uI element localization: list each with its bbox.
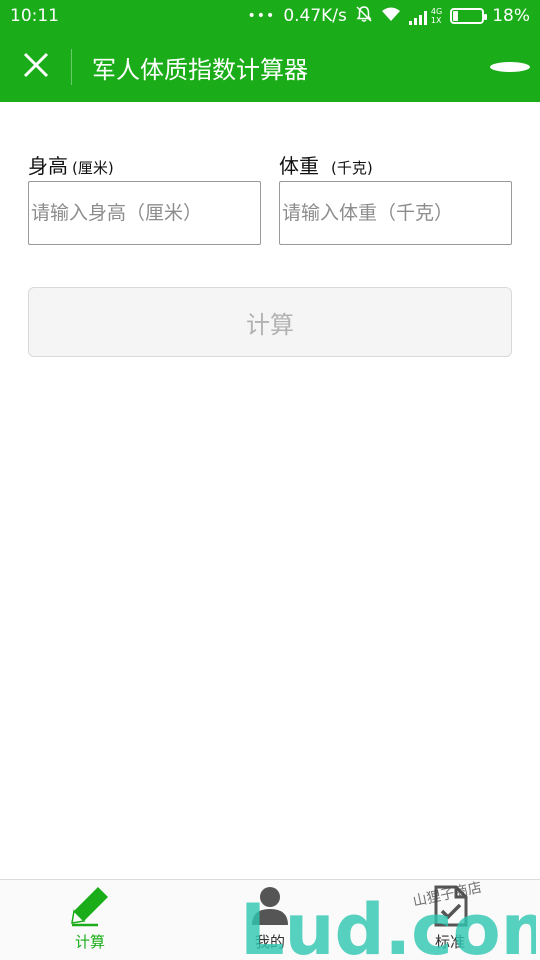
more-button[interactable] bbox=[480, 32, 540, 102]
height-input[interactable] bbox=[28, 181, 261, 245]
tab-mine-label: 我的 bbox=[254, 933, 285, 951]
height-field: 身高 (厘米) bbox=[28, 150, 261, 245]
wifi-icon bbox=[381, 6, 401, 27]
tab-standard[interactable]: 标准 bbox=[360, 880, 540, 960]
status-right: ••• 0.47K/s 4G 1X 18% bbox=[248, 5, 530, 28]
tab-calculate[interactable]: 计算 bbox=[0, 880, 180, 960]
more-icon bbox=[490, 62, 530, 72]
nav-bar: 军人体质指数计算器 bbox=[0, 32, 540, 102]
tab-mine[interactable]: 我的 bbox=[180, 880, 360, 960]
network-type-top: 4G bbox=[430, 7, 443, 16]
tab-standard-label: 标准 bbox=[434, 933, 465, 951]
weight-label-text: 体重 bbox=[279, 154, 319, 178]
tab-bar: 计算 我的 标准 bbox=[0, 879, 540, 960]
height-unit: (厘米) bbox=[72, 159, 114, 177]
weight-input[interactable] bbox=[279, 181, 512, 245]
weight-label: 体重 (千克) bbox=[279, 150, 512, 180]
weight-unit: (千克) bbox=[331, 159, 373, 177]
network-speed: 0.47K/s bbox=[283, 6, 347, 26]
battery-icon bbox=[450, 8, 488, 24]
signal-icon: 4G 1X bbox=[408, 7, 443, 25]
weight-field: 体重 (千克) bbox=[279, 150, 512, 245]
user-icon bbox=[246, 881, 294, 929]
status-bar: 10:11 ••• 0.47K/s 4G 1X 18% bbox=[0, 0, 540, 32]
close-button[interactable] bbox=[0, 49, 72, 85]
document-check-icon bbox=[426, 881, 474, 929]
network-type-bottom: 1X bbox=[430, 16, 442, 25]
notification-dots: ••• bbox=[247, 8, 276, 24]
close-icon bbox=[23, 52, 49, 82]
tab-calculate-label: 计算 bbox=[74, 933, 105, 951]
battery-percent: 18% bbox=[492, 6, 530, 26]
calculate-button[interactable]: 计算 bbox=[28, 287, 512, 357]
mute-bell-icon bbox=[355, 5, 373, 28]
pencil-icon bbox=[66, 881, 114, 929]
form-fields: 身高 (厘米) 体重 (千克) bbox=[28, 150, 512, 245]
bmi-form: 身高 (厘米) 体重 (千克) 计算 bbox=[28, 150, 512, 357]
page-title: 军人体质指数计算器 bbox=[92, 55, 308, 84]
status-time: 10:11 bbox=[10, 6, 59, 26]
height-label-text: 身高 bbox=[28, 154, 68, 178]
height-label: 身高 (厘米) bbox=[28, 150, 261, 180]
